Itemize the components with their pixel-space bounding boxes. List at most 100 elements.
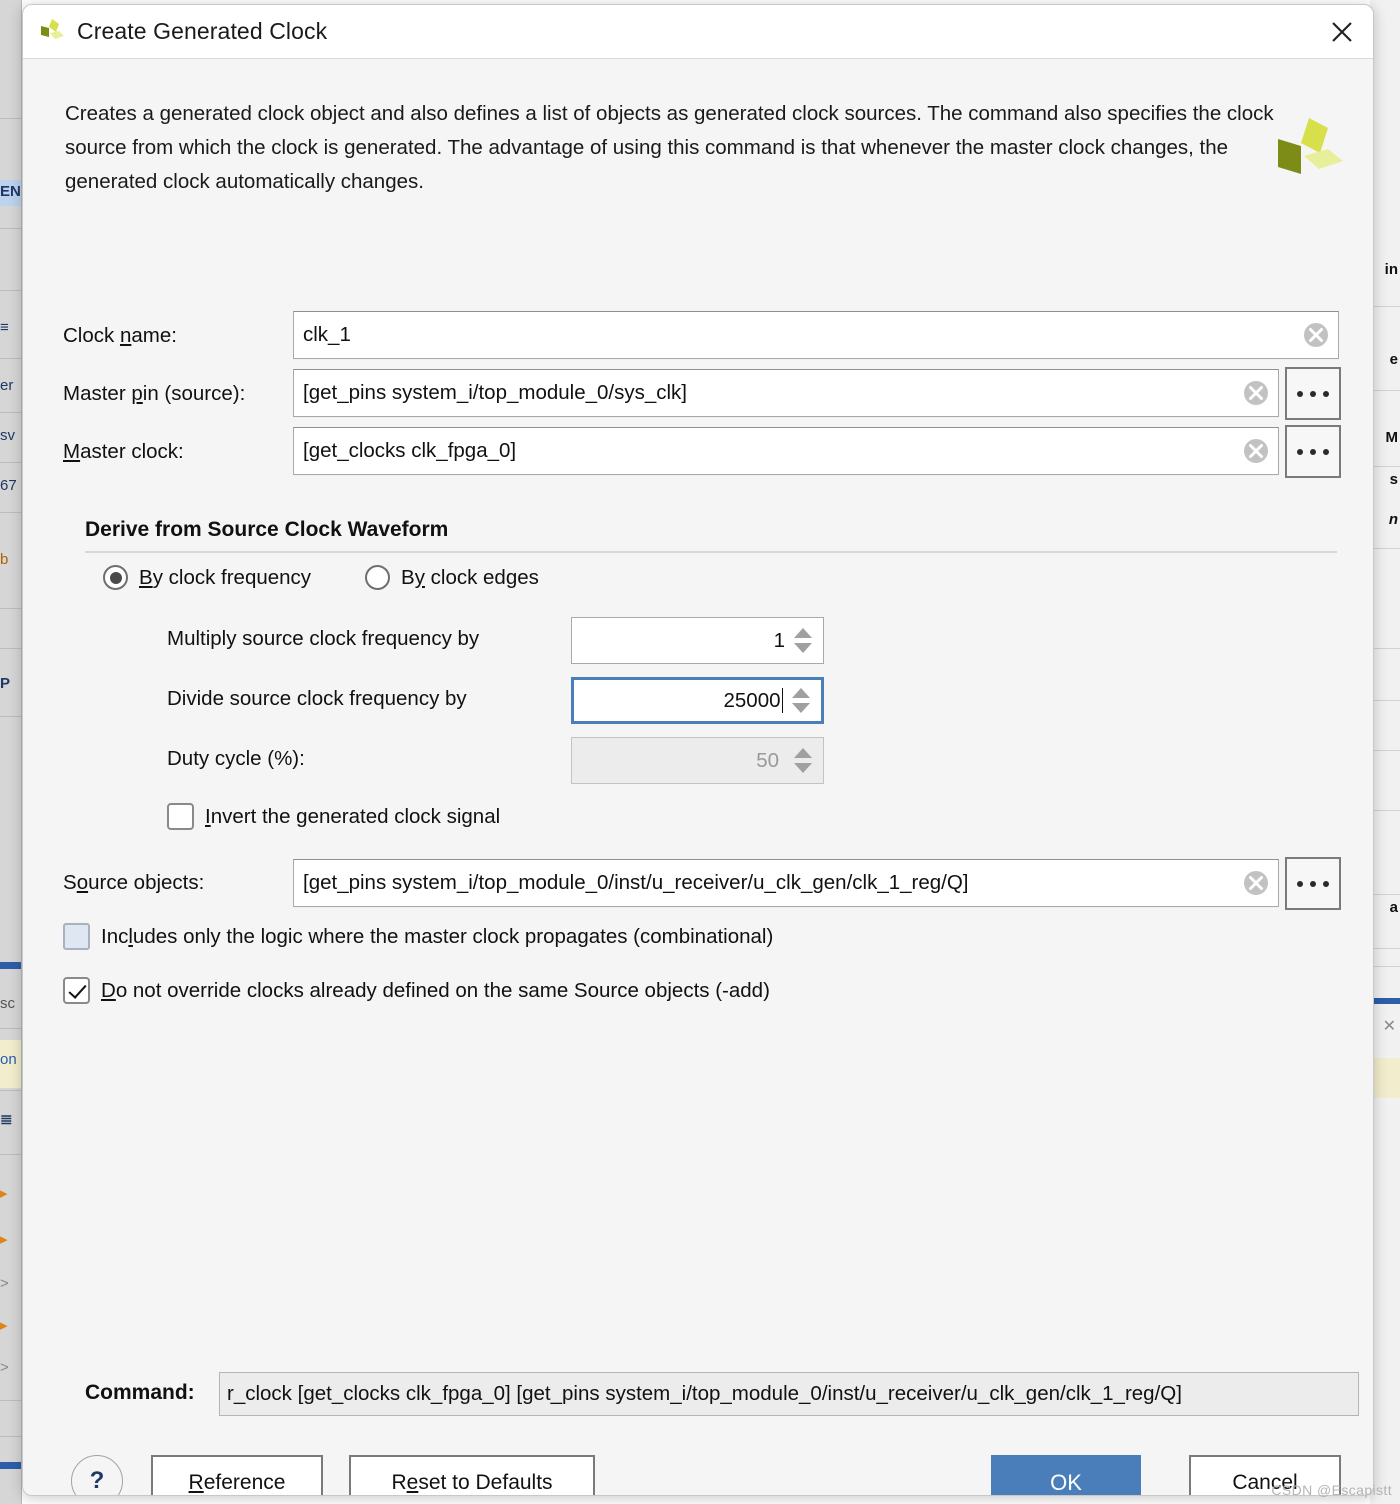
close-icon[interactable] (1311, 5, 1373, 59)
command-value: r_clock [get_clocks clk_fpga_0] [get_pin… (227, 1382, 1182, 1405)
text-caret (781, 688, 783, 713)
multiply-value: 1 (773, 628, 785, 652)
bg-right-item-4: n (1388, 511, 1398, 528)
ellipsis-dot-icon (1310, 880, 1316, 887)
invert-clock-label: Invert the generated clock signal (205, 804, 501, 828)
divide-value: 25000 (723, 688, 781, 712)
bg-left-item-8: on (0, 1051, 17, 1068)
bg-left-item-0: EN (0, 180, 21, 206)
reference-button[interactable]: Reference (151, 1455, 323, 1495)
source-objects-input[interactable]: [get_pins system_i/top_module_0/inst/u_r… (293, 859, 1279, 907)
spinner-down-icon[interactable] (792, 703, 810, 713)
multiply-label: Multiply source clock frequency by (167, 627, 480, 650)
master-pin-input[interactable]: [get_pins system_i/top_module_0/sys_clk] (293, 369, 1279, 417)
radio-by-clock-edges-label: By clock edges (401, 565, 539, 589)
duty-cycle-spinner: 50 (571, 737, 824, 784)
bg-left-item-7: sc (0, 995, 15, 1012)
radio-selected-icon (103, 565, 128, 590)
duty-cycle-label: Duty cycle (%): (167, 747, 305, 770)
source-objects-value: [get_pins system_i/top_module_0/inst/u_r… (303, 871, 969, 894)
ellipsis-dot-icon (1310, 390, 1316, 397)
derive-group-title: Derive from Source Clock Waveform (85, 518, 449, 541)
dialog-description: Creates a generated clock object and als… (65, 102, 1274, 194)
master-pin-value: [get_pins system_i/top_module_0/sys_clk] (303, 381, 688, 404)
cancel-button[interactable]: Cancel (1189, 1455, 1341, 1495)
divide-label: Divide source clock frequency by (167, 687, 467, 710)
radio-by-clock-frequency-label: By clock frequency (139, 565, 312, 589)
ellipsis-dot-icon (1323, 390, 1329, 397)
master-pin-browse-button[interactable] (1285, 367, 1341, 420)
bg-left-item-12: > (0, 1275, 9, 1292)
checkbox-checked-icon (63, 977, 90, 1004)
xilinx-watermark-logo-icon (1273, 117, 1347, 183)
reset-to-defaults-button[interactable]: Reset to Defaults (349, 1455, 595, 1495)
master-pin-label: Master pin (source): (63, 382, 246, 405)
clear-circle-icon[interactable] (1243, 870, 1269, 896)
bg-left-item-9: ≣ (0, 1111, 13, 1128)
source-objects-browse-button[interactable] (1285, 857, 1341, 910)
bg-left-item-3: sv (0, 427, 15, 444)
master-clock-value: [get_clocks clk_fpga_0] (303, 439, 517, 462)
ellipsis-dot-icon (1323, 880, 1329, 887)
background-left-panel: EN ≡ er sv 67 b P sc on ≣ ▸ ▸ > ▸ > (0, 0, 22, 1504)
clock-name-label: Clock name: (63, 324, 177, 347)
bg-right-item-3: s (1389, 471, 1398, 488)
clock-name-input[interactable]: clk_1 (293, 311, 1339, 359)
spinner-up-icon[interactable] (794, 628, 812, 638)
create-generated-clock-dialog: Create Generated Clock Creates a generat… (22, 4, 1374, 1496)
command-label: Command: (85, 1381, 195, 1404)
dialog-titlebar: Create Generated Clock (23, 5, 1373, 59)
dialog-body: Creates a generated clock object and als… (23, 59, 1373, 1495)
ellipsis-dot-icon (1323, 448, 1329, 455)
spinner-down-icon (794, 763, 812, 773)
clear-circle-icon[interactable] (1303, 322, 1329, 348)
bg-right-item-0: in (1384, 261, 1398, 278)
checkbox-unchecked-icon (167, 803, 194, 830)
spinner-up-icon (794, 748, 812, 758)
includes-combinational-checkbox[interactable]: Includes only the logic where the master… (63, 923, 773, 950)
ok-button[interactable]: OK (991, 1455, 1141, 1495)
reset-to-defaults-button-label: Reset to Defaults (391, 1471, 553, 1494)
ellipsis-dot-icon (1297, 448, 1303, 455)
bg-left-item-13: ▸ (0, 1317, 8, 1334)
ellipsis-dot-icon (1297, 880, 1303, 887)
clear-circle-icon[interactable] (1243, 438, 1269, 464)
checkbox-unchecked-icon (63, 923, 90, 950)
bg-left-item-1: ≡ (0, 319, 9, 336)
divide-spinner[interactable]: 25000 (571, 677, 824, 724)
bg-left-item-4: 67 (0, 477, 17, 494)
do-not-override-checkbox[interactable]: Do not override clocks already defined o… (63, 977, 770, 1004)
bg-right-item-5: a (1389, 899, 1398, 916)
master-clock-input[interactable]: [get_clocks clk_fpga_0] (293, 427, 1279, 475)
radio-by-clock-edges[interactable]: By clock edges (365, 565, 539, 590)
spinner-up-icon[interactable] (792, 688, 810, 698)
do-not-override-label: Do not override clocks already defined o… (101, 978, 770, 1002)
radio-unselected-icon (365, 565, 390, 590)
bg-right-item-2: M (1385, 429, 1399, 446)
bg-left-item-2: er (0, 377, 14, 394)
master-clock-browse-button[interactable] (1285, 425, 1341, 478)
invert-clock-checkbox[interactable]: Invert the generated clock signal (167, 803, 500, 830)
bg-left-item-6: P (0, 675, 11, 692)
divide-value-wrap: 25000 (574, 680, 787, 721)
clock-name-value: clk_1 (303, 323, 351, 346)
multiply-spinner[interactable]: 1 (571, 617, 824, 664)
bg-left-item-10: ▸ (0, 1185, 8, 1202)
group-divider (85, 551, 1337, 553)
clear-circle-icon[interactable] (1243, 380, 1269, 406)
radio-by-clock-frequency[interactable]: By clock frequency (103, 565, 311, 590)
ellipsis-dot-icon (1310, 448, 1316, 455)
ellipsis-dot-icon (1297, 390, 1303, 397)
dialog-title: Create Generated Clock (77, 18, 328, 44)
bg-left-item-11: ▸ (0, 1231, 8, 1248)
source-objects-label: Source objects: (63, 871, 205, 894)
master-clock-label: Master clock: (63, 440, 184, 463)
includes-combinational-label: Includes only the logic where the master… (101, 924, 774, 948)
background-right-panel: in e M s n a ✕ (1370, 0, 1400, 1504)
duty-cycle-value: 50 (756, 748, 779, 772)
command-field[interactable]: r_clock [get_clocks clk_fpga_0] [get_pin… (219, 1372, 1359, 1416)
bg-left-item-14: > (0, 1359, 9, 1376)
help-button[interactable]: ? (71, 1455, 123, 1495)
spinner-down-icon[interactable] (794, 643, 812, 653)
bg-left-item-5: b (0, 551, 9, 568)
